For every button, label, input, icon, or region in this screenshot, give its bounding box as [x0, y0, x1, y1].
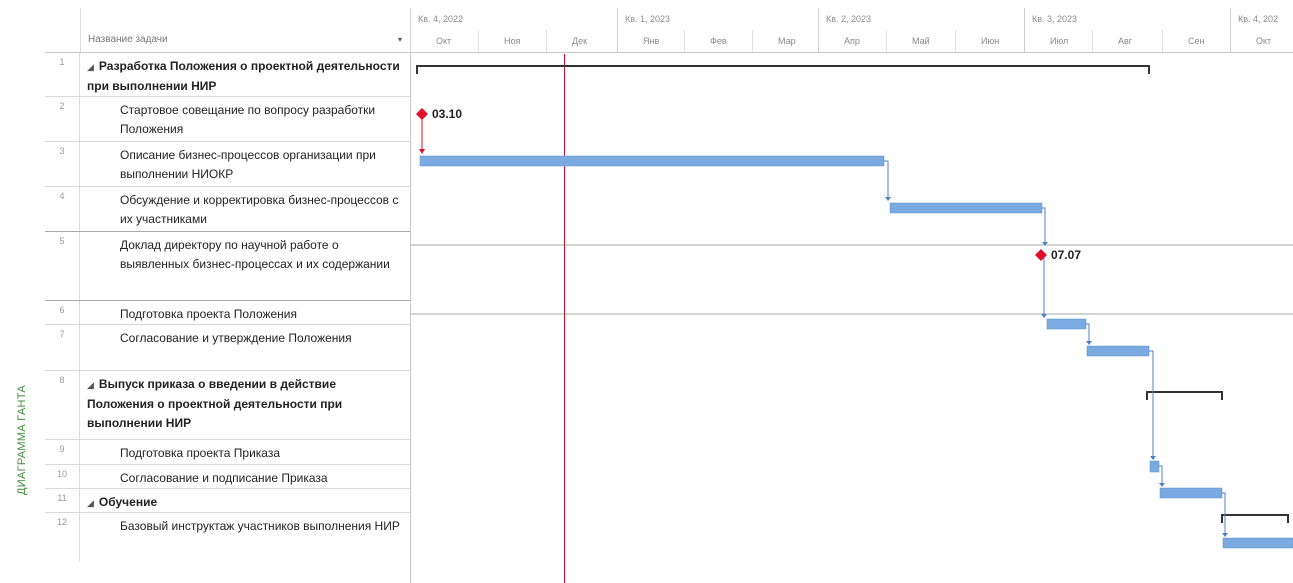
timescale-month-label: Июл: [1050, 36, 1068, 46]
row-number: 8: [45, 371, 80, 439]
view-side-label-text: ДИАГРАММА ГАНТА: [16, 385, 28, 495]
dependency-arrow-icon: [1150, 456, 1156, 460]
task-table: Название задачи ▾ 1 ◢ Разработка Положени…: [45, 8, 411, 583]
task-bar-12[interactable]: [1222, 537, 1293, 549]
task-name: Доклад директору по научной работе о выя…: [120, 238, 390, 271]
task-name: Подготовка проекта Положения: [120, 307, 298, 321]
task-bar-10[interactable]: [1159, 487, 1223, 499]
table-row[interactable]: 3 Описание бизнес-процессов организации …: [45, 142, 410, 187]
table-row[interactable]: 8 ◢ Выпуск приказа о введении в действие …: [45, 371, 410, 440]
task-name: Разработка Положения о проектной деятель…: [87, 59, 400, 93]
table-row[interactable]: 10 Согласование и подписание Приказа: [45, 465, 410, 489]
row-number: 9: [45, 440, 80, 464]
timescale-month-label: Ноя: [504, 36, 521, 46]
row-number: 4: [45, 187, 80, 231]
timescale-month-label: Май: [912, 36, 930, 46]
timescale-month-label: Мар: [778, 36, 796, 46]
task-bar-4[interactable]: [889, 202, 1043, 214]
timescale-month-label: Авг: [1118, 36, 1133, 46]
timescale-month-label: Июн: [981, 36, 999, 46]
dependency-link-3-4: [884, 160, 889, 200]
row-number: 3: [45, 142, 80, 186]
collapse-triangle-icon[interactable]: ◢: [87, 380, 94, 390]
table-row[interactable]: 11 ◢ Обучение: [45, 489, 410, 513]
table-row[interactable]: 2 Стартовое совещание по вопросу разрабо…: [45, 97, 410, 142]
gantt-canvas: Кв. 4, 2022 Кв. 1, 2023 Кв. 2, 2023 Кв. 3, …: [410, 8, 1293, 583]
timescale-month-label: Апр: [844, 36, 860, 46]
column-header-task-name[interactable]: Название задачи: [88, 34, 168, 45]
table-row[interactable]: 6 Подготовка проекта Положения: [45, 301, 410, 325]
task-rows: 1 ◢ Разработка Положения о проектной деят…: [45, 53, 410, 561]
row-number: 1: [45, 53, 80, 96]
row-number: 7: [45, 325, 80, 370]
task-bar-9[interactable]: [1149, 460, 1160, 473]
dependency-arrow-icon: [1086, 341, 1092, 345]
row-number: 2: [45, 97, 80, 141]
timescale-month-label: Сен: [1188, 36, 1205, 46]
table-row[interactable]: 7 Согласование и утверждение Положения: [45, 325, 410, 371]
dependency-link-6-7: [1086, 323, 1090, 343]
table-row[interactable]: 9 Подготовка проекта Приказа: [45, 440, 410, 465]
gantt-chart: Кв. 4, 2022 Кв. 1, 2023 Кв. 2, 2023 Кв. 3, …: [410, 8, 1293, 583]
timescale-month-label: Дек: [572, 36, 587, 46]
table-row[interactable]: 4 Обсуждение и корректировка бизнес-проц…: [45, 187, 410, 232]
timescale-month-label: Окт: [436, 36, 451, 46]
dependency-arrow-icon: [1041, 314, 1047, 318]
dependency-arrow-icon: [1159, 483, 1165, 487]
row-number: 12: [45, 513, 80, 561]
task-name: Согласование и подписание Приказа: [120, 471, 328, 485]
row-number: 5: [45, 232, 80, 300]
view-side-label[interactable]: ДИАГРАММА ГАНТА: [2, 300, 42, 580]
task-name: Стартовое совещание по вопросу разработк…: [120, 103, 376, 136]
table-row[interactable]: 1 ◢ Разработка Положения о проектной деят…: [45, 53, 410, 97]
task-bar-3[interactable]: [419, 155, 885, 167]
timescale-month-label: Янв: [643, 36, 659, 46]
row-number: 11: [45, 489, 80, 512]
task-name: Обсуждение и корректировка бизнес-процес…: [120, 193, 399, 226]
task-name: Согласование и утверждение Положения: [120, 331, 352, 345]
dependency-link-4-5: [1042, 207, 1046, 244]
row-number: 6: [45, 301, 80, 324]
timescale-month-label: Фев: [710, 36, 727, 46]
dependency-arrow-icon: [1222, 533, 1228, 537]
task-name: Обучение: [98, 495, 158, 509]
task-name: Описание бизнес-процессов организации пр…: [120, 148, 376, 181]
timescale-quarter-label: Кв. 1, 2023: [625, 14, 670, 24]
row-number: 10: [45, 465, 80, 488]
task-name: Подготовка проекта Приказа: [120, 446, 280, 460]
collapse-triangle-icon[interactable]: ◢: [87, 498, 94, 508]
gantt-app: ДИАГРАММА ГАНТА Название задачи ▾ 1 ◢ Раз…: [0, 0, 1293, 583]
table-row[interactable]: 5 Доклад директору по научной работе о в…: [45, 232, 410, 301]
milestone-date-label: 07.07: [1051, 248, 1081, 262]
task-name: Выпуск приказа о введении в действие Пол…: [87, 377, 343, 430]
task-bar-7[interactable]: [1086, 345, 1150, 357]
milestone-task-2[interactable]: [416, 108, 428, 120]
header-separator: [80, 8, 81, 52]
task-bar-6[interactable]: [1046, 318, 1087, 330]
task-name: Базовый инструктаж участников выполнения…: [120, 519, 400, 533]
timescale-quarter-label: Кв. 4, 202: [1238, 14, 1278, 24]
dependency-link-9-10: [1159, 465, 1163, 485]
timescale-quarter-label: Кв. 4, 2022: [418, 14, 463, 24]
timescale-quarter-label: Кв. 3, 2023: [1032, 14, 1077, 24]
table-row[interactable]: 12 Базовый инструктаж участников выполне…: [45, 513, 410, 561]
dependency-arrow-icon: [885, 197, 891, 201]
chevron-down-icon[interactable]: ▾: [398, 35, 402, 44]
collapse-triangle-icon[interactable]: ◢: [87, 62, 94, 72]
milestone-task-5[interactable]: [1035, 249, 1047, 261]
milestone-date-label: 03.10: [432, 107, 462, 121]
dependency-link-7-9: [1149, 350, 1154, 458]
task-table-header: Название задачи ▾: [45, 8, 410, 53]
timescale-month-label: Окт: [1256, 36, 1271, 46]
timescale-quarter-label: Кв. 2, 2023: [826, 14, 871, 24]
